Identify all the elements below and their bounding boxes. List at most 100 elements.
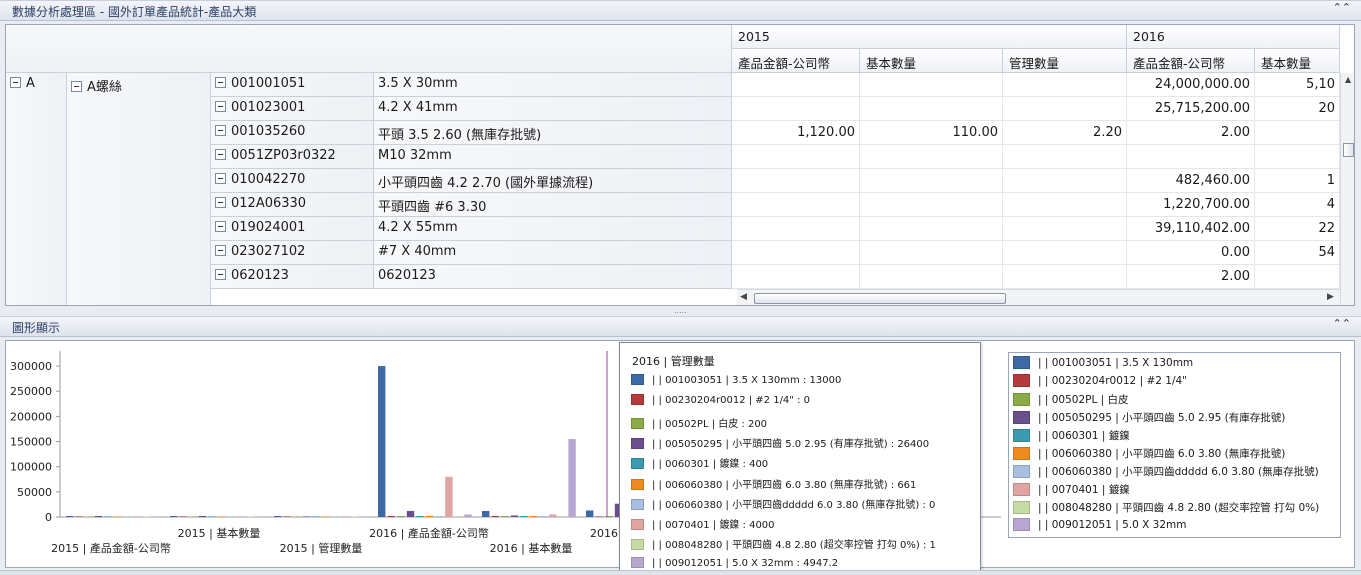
cell-2015-mgmt[interactable] <box>1003 217 1127 241</box>
collapse-toggle-icon[interactable] <box>215 245 226 256</box>
chart-bar[interactable] <box>530 516 538 517</box>
col-header-2015-mgmt[interactable]: 管理數量 <box>1003 49 1127 73</box>
cell-2016-amount[interactable]: 25,715,200.00 <box>1127 97 1255 121</box>
legend-item[interactable]: | | 008048280 | 平頭四齒 4.8 2.80 (超交率控管 打勾 … <box>1013 500 1319 516</box>
chart-bar[interactable] <box>123 516 131 517</box>
chart-bar[interactable] <box>218 516 226 517</box>
chart-bar[interactable] <box>416 516 424 517</box>
chart-bar[interactable] <box>341 516 349 517</box>
cell-2015-amount[interactable] <box>732 73 860 97</box>
product-desc-header[interactable]: 小平頭四齒 4.2 2.70 (國外單據流程) <box>374 169 732 193</box>
cell-2016-amount[interactable]: 2.00 <box>1127 121 1255 145</box>
product-desc-header[interactable]: M10 32mm <box>374 145 732 169</box>
cell-2016-amount[interactable]: 2.00 <box>1127 265 1255 289</box>
panel-splitter[interactable]: ..... <box>0 307 1361 316</box>
cell-2016-amount[interactable]: 482,460.00 <box>1127 169 1255 193</box>
cell-2015-qty[interactable] <box>860 217 1003 241</box>
chart-bar[interactable] <box>501 516 509 517</box>
horizontal-scrollbar[interactable]: ◀ ▶ <box>737 289 1340 305</box>
legend-item[interactable]: | | 00502PL | 白皮 <box>1013 392 1129 408</box>
horizontal-scroll-thumb[interactable] <box>754 293 1006 304</box>
collapse-toggle-icon[interactable] <box>215 125 226 136</box>
year-header-2015[interactable]: 2015 <box>732 25 1127 49</box>
product-code-header[interactable]: 010042270 <box>211 169 374 193</box>
cell-2016-qty[interactable]: 20 <box>1255 97 1340 121</box>
chart-bar[interactable] <box>350 516 359 517</box>
cell-2016-qty[interactable] <box>1255 145 1340 169</box>
chart-bar[interactable] <box>605 516 613 517</box>
chart-bar[interactable] <box>520 516 528 517</box>
chart-bar[interactable] <box>293 516 301 517</box>
collapse-up-icon[interactable]: ⌃⌃ <box>1333 317 1351 330</box>
collapse-toggle-icon[interactable] <box>215 269 226 280</box>
cell-2015-amount[interactable] <box>732 241 860 265</box>
collapse-toggle-icon[interactable] <box>215 197 226 208</box>
collapse-toggle-icon[interactable] <box>215 149 226 160</box>
collapse-toggle-icon[interactable] <box>71 81 82 92</box>
chart-bar[interactable] <box>246 516 255 517</box>
product-code-header[interactable]: 012A06330 <box>211 193 374 217</box>
legend-item[interactable]: | | 0060301 | 鍍鎳 <box>1013 428 1130 444</box>
cell-2015-qty[interactable] <box>860 265 1003 289</box>
chart-bar[interactable] <box>454 516 463 517</box>
cell-2015-amount[interactable] <box>732 145 860 169</box>
cell-2016-amount[interactable]: 39,110,402.00 <box>1127 217 1255 241</box>
legend-item[interactable]: | | 001003051 | 3.5 X 130mm <box>1013 356 1193 372</box>
product-desc-header[interactable]: 4.2 X 41mm <box>374 97 732 121</box>
product-code-header[interactable]: 001023001 <box>211 97 374 121</box>
cell-2015-mgmt[interactable] <box>1003 73 1127 97</box>
chart-bar[interactable] <box>114 516 122 517</box>
chart-bar[interactable] <box>75 516 83 517</box>
product-desc-header[interactable]: 平頭四齒 #6 3.30 <box>374 193 732 217</box>
cell-2015-qty[interactable] <box>860 241 1003 265</box>
cell-2016-qty[interactable]: 5,10 <box>1255 73 1340 97</box>
legend-item[interactable]: | | 009012051 | 5.0 X 32mm <box>1013 518 1186 534</box>
legend-item[interactable]: | | 00230204r0012 | #2 1/4" <box>1013 374 1187 390</box>
scroll-right-icon[interactable]: ▶ <box>1327 292 1334 302</box>
cell-2015-mgmt[interactable] <box>1003 145 1127 169</box>
chart-bar[interactable] <box>539 516 547 517</box>
product-code-header[interactable]: 019024001 <box>211 217 374 241</box>
chart-bar[interactable] <box>104 516 112 517</box>
product-code-header[interactable]: 001035260 <box>211 121 374 145</box>
cell-2015-mgmt[interactable]: 2.20 <box>1003 121 1127 145</box>
chart-bar[interactable] <box>397 516 405 517</box>
cell-2015-amount[interactable]: 1,120.00 <box>732 121 860 145</box>
cell-2016-qty[interactable] <box>1255 265 1340 289</box>
chart-bar[interactable] <box>133 516 141 517</box>
chart-bar[interactable] <box>274 516 282 517</box>
collapse-up-icon[interactable]: ⌃⌃ <box>1333 1 1351 14</box>
chart-bar[interactable] <box>558 516 567 517</box>
cell-2015-mgmt[interactable] <box>1003 193 1127 217</box>
legend-item[interactable]: | | 006060380 | 小平頭四齒ddddd 6.0 3.80 (無庫存… <box>1013 464 1319 480</box>
chart-bar[interactable] <box>142 516 151 517</box>
chart-bar[interactable] <box>378 366 386 517</box>
product-code-header[interactable]: 023027102 <box>211 241 374 265</box>
col-header-2015-amount[interactable]: 產品金額-公司幣 <box>732 49 860 73</box>
legend-item[interactable]: | | 005050295 | 小平頭四齒 5.0 2.95 (有庫存批號) <box>1013 410 1285 426</box>
product-desc-header[interactable]: 4.2 X 55mm <box>374 217 732 241</box>
year-header-2016[interactable]: 2016 <box>1127 25 1340 49</box>
product-desc-header[interactable]: 3.5 X 30mm <box>374 73 732 97</box>
chart-bar[interactable] <box>435 516 443 517</box>
chart-bar[interactable] <box>360 516 368 517</box>
cell-2016-amount[interactable]: 1,220,700.00 <box>1127 193 1255 217</box>
group-l1-header[interactable]: A <box>6 73 67 305</box>
col-header-2016-qty[interactable]: 基本數量 <box>1255 49 1340 73</box>
product-desc-header[interactable]: 平頭 3.5 2.60 (無庫存批號) <box>374 121 732 145</box>
cell-2015-amount[interactable] <box>732 265 860 289</box>
cell-2016-amount[interactable]: 24,000,000.00 <box>1127 73 1255 97</box>
col-header-2016-amount[interactable]: 產品金額-公司幣 <box>1127 49 1255 73</box>
cell-2015-qty[interactable]: 110.00 <box>860 121 1003 145</box>
col-header-2015-qty[interactable]: 基本數量 <box>860 49 1003 73</box>
chart-bar[interactable] <box>85 516 93 517</box>
cell-2015-amount[interactable] <box>732 169 860 193</box>
cell-2015-amount[interactable] <box>732 97 860 121</box>
chart-bar[interactable] <box>426 515 434 517</box>
cell-2016-qty[interactable]: 1 <box>1255 169 1340 193</box>
chart-bar[interactable] <box>94 516 103 517</box>
vertical-scrollbar[interactable]: ▲ <box>1340 73 1354 305</box>
chart-bar[interactable] <box>312 516 320 517</box>
scroll-up-icon[interactable]: ▲ <box>1345 75 1351 84</box>
chart-bar[interactable] <box>283 516 291 517</box>
